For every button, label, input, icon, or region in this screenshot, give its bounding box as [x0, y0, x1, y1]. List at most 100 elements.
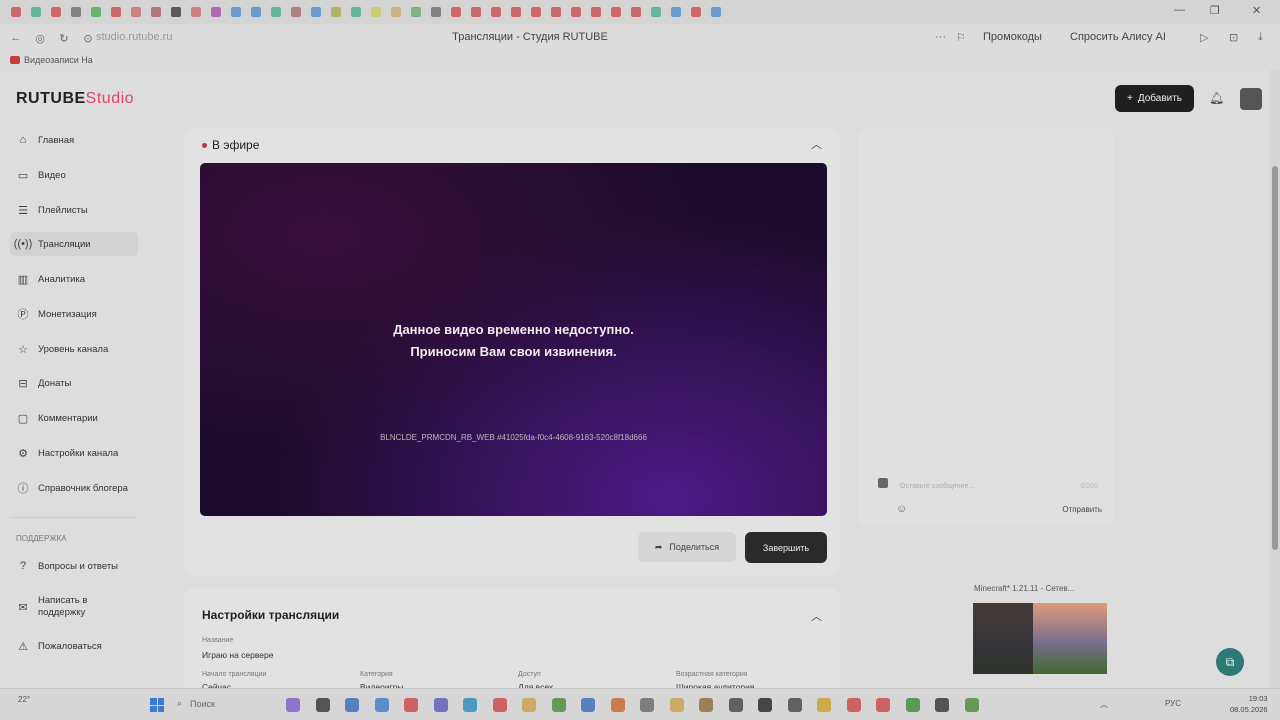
browser-tab-favicon-icon[interactable] — [271, 7, 281, 17]
taskbar-app-icon[interactable] — [669, 698, 684, 712]
taskbar-app-icon[interactable] — [758, 698, 772, 712]
taskbar-app-icon[interactable] — [699, 698, 713, 712]
promo-link[interactable]: Промокоды — [983, 31, 1042, 43]
taskbar-preview[interactable]: Minecraft* 1.21.11 - Сетев... — [970, 580, 1110, 676]
bell-icon[interactable]: 🔔︎ — [1209, 91, 1224, 105]
taskbar-app-icon[interactable] — [315, 698, 330, 712]
windows-start-icon[interactable] — [150, 698, 164, 712]
browser-tab-favicon-icon[interactable] — [71, 7, 81, 17]
browser-tab-favicon-icon[interactable] — [491, 7, 501, 17]
sidebar-item-faq[interactable]: ? Вопросы и ответы — [10, 554, 138, 578]
taskbar-app-icon[interactable] — [492, 698, 507, 712]
browser-tab-favicon-icon[interactable] — [51, 7, 61, 17]
browser-tab-favicon-icon[interactable] — [411, 7, 421, 17]
sidebar-item-playlists[interactable]: ☰ Плейлисты — [10, 198, 138, 222]
weather-widget[interactable]: 22° — [18, 695, 30, 704]
browser-tab-favicon-icon[interactable] — [611, 7, 621, 17]
avatar[interactable] — [1240, 88, 1262, 110]
taskbar-app-icon[interactable] — [404, 698, 418, 712]
minimize-icon[interactable]: — — [1174, 4, 1185, 16]
taskbar-search[interactable]: ⌕ Поиск — [177, 698, 215, 709]
tray-chevron-icon[interactable]: ︿ — [1100, 699, 1108, 710]
taskbar-app-icon[interactable] — [846, 698, 861, 712]
media-icon[interactable]: ▷ — [1200, 31, 1208, 44]
taskbar-app-icon[interactable] — [787, 698, 802, 712]
sidebar-item-video[interactable]: ▭ Видео — [10, 163, 138, 187]
rutube-studio-logo[interactable]: RUTUBEStudio — [16, 90, 134, 108]
browser-tab-favicon-icon[interactable] — [351, 7, 361, 17]
video-player[interactable]: Данное видео временно недоступно. Принос… — [200, 163, 827, 516]
download-icon[interactable]: ⤓ — [1258, 31, 1263, 44]
browser-tab-favicon-icon[interactable] — [651, 7, 661, 17]
scrollbar-thumb[interactable] — [1272, 166, 1278, 550]
sidebar-item-channel-level[interactable]: ☆ Уровень канала — [10, 337, 138, 361]
browser-tab-favicon-icon[interactable] — [371, 7, 381, 17]
browser-tab-favicon-icon[interactable] — [291, 7, 301, 17]
browser-tab-favicon-icon[interactable] — [451, 7, 461, 17]
browser-tab-favicon-icon[interactable] — [471, 7, 481, 17]
sidebar-item-channel-settings[interactable]: ⚙ Настройки канала — [10, 441, 138, 465]
sidebar-item-report[interactable]: ⚠ Пожаловаться — [10, 634, 138, 658]
more-icon[interactable]: ··· — [935, 31, 946, 43]
browser-tab-favicon-icon[interactable] — [111, 7, 121, 17]
taskbar-app-icon[interactable] — [345, 698, 359, 712]
taskbar-app-icon[interactable] — [728, 698, 743, 712]
taskbar-app-icon[interactable] — [463, 698, 477, 712]
taskbar-app-icon[interactable] — [817, 698, 831, 712]
taskbar-app-icon[interactable] — [286, 698, 300, 712]
taskbar-app-icon[interactable] — [964, 698, 979, 712]
taskbar-app-icon[interactable] — [640, 698, 654, 712]
taskbar-app-icon[interactable] — [433, 698, 448, 712]
sidebar-item-broadcasts[interactable]: ((•)) Трансляции — [10, 232, 138, 256]
bookmark-item[interactable]: Видеозаписи На — [10, 55, 93, 65]
copy-floating-button[interactable]: ⧉ — [1216, 648, 1244, 676]
browser-tab-favicon-icon[interactable] — [631, 7, 641, 17]
finish-stream-button[interactable]: Завершить — [745, 532, 827, 563]
browser-tab-favicon-icon[interactable] — [551, 7, 561, 17]
add-button[interactable]: + Добавить — [1115, 85, 1194, 112]
browser-tab-favicon-icon[interactable] — [331, 7, 341, 17]
chevron-up-icon[interactable]: ︿ — [811, 608, 822, 624]
browser-tab-favicon-icon[interactable] — [391, 7, 401, 17]
taskbar-app-icon[interactable] — [522, 698, 536, 712]
browser-tab-favicon-icon[interactable] — [671, 7, 681, 17]
taskbar-app-icon[interactable] — [581, 698, 595, 712]
sidebar-item-blogger-guide[interactable]: ⓘ Справочник блогера — [10, 476, 138, 500]
browser-tab-favicon-icon[interactable] — [711, 7, 721, 17]
browser-tab-icons[interactable] — [6, 7, 726, 17]
browser-tab-favicon-icon[interactable] — [571, 7, 581, 17]
emoji-icon[interactable]: ☺ — [896, 503, 907, 515]
browser-tab-favicon-icon[interactable] — [131, 7, 141, 17]
taskbar-app-icon[interactable] — [905, 698, 920, 712]
browser-tab-favicon-icon[interactable] — [511, 7, 521, 17]
browser-tab-favicon-icon[interactable] — [31, 7, 41, 17]
browser-tab-favicon-icon[interactable] — [171, 7, 181, 17]
taskbar-app-icon[interactable] — [374, 698, 389, 712]
browser-tab-favicon-icon[interactable] — [91, 7, 101, 17]
browser-tab-favicon-icon[interactable] — [251, 7, 261, 17]
taskbar-clock[interactable]: 19:03 08.05.2026 — [1230, 693, 1268, 715]
browser-tab-favicon-icon[interactable] — [311, 7, 321, 17]
share-button[interactable]: ➦ Поделиться — [638, 532, 736, 562]
taskbar-app-icon[interactable] — [610, 698, 625, 712]
browser-tab-favicon-icon[interactable] — [431, 7, 441, 17]
close-icon[interactable]: ✕ — [1252, 4, 1261, 17]
language-indicator[interactable]: РУС — [1165, 699, 1181, 708]
sidebar-item-home[interactable]: ⌂ Главная — [10, 128, 138, 152]
taskbar-app-icon[interactable] — [551, 698, 566, 712]
chevron-up-icon[interactable]: ︿ — [811, 136, 822, 152]
browser-tab-favicon-icon[interactable] — [11, 7, 21, 17]
browser-tab-favicon-icon[interactable] — [691, 7, 701, 17]
ask-alice-button[interactable]: Спросить Алису AI — [1070, 31, 1166, 43]
sidebar-item-contact-support[interactable]: ✉ Написать в поддержку — [10, 589, 138, 625]
stream-name-value[interactable]: Играю на сервере — [202, 650, 274, 660]
sidebar-item-donations[interactable]: ⊟ Донаты — [10, 371, 138, 395]
browser-tab-favicon-icon[interactable] — [531, 7, 541, 17]
maximize-icon[interactable]: ❐ — [1210, 4, 1220, 17]
sidebar-item-monetization[interactable]: Ⓟ Монетизация — [10, 302, 138, 326]
browser-tab-favicon-icon[interactable] — [211, 7, 221, 17]
browser-tab-favicon-icon[interactable] — [591, 7, 601, 17]
chat-input[interactable]: Оставьте сообщение... — [900, 483, 974, 490]
browser-tab-favicon-icon[interactable] — [231, 7, 241, 17]
taskbar-app-icon[interactable] — [935, 698, 949, 712]
